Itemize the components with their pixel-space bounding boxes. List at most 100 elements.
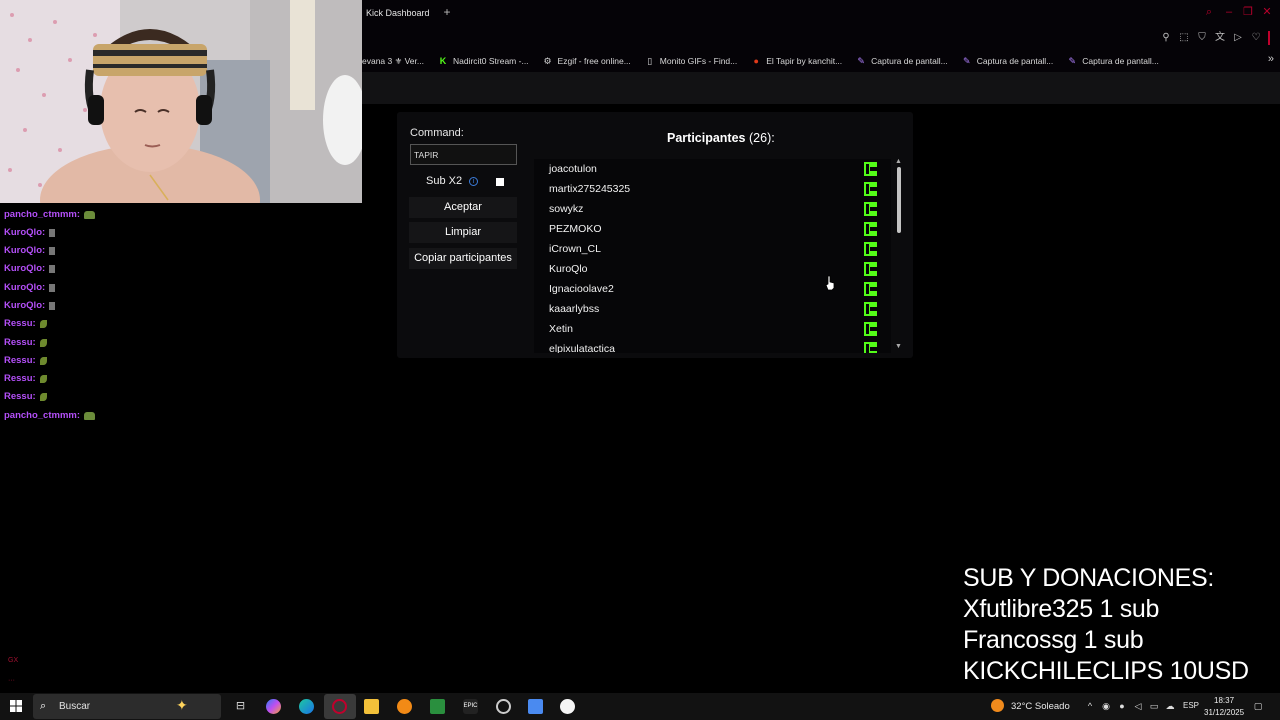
participant-row[interactable]: joacotulon bbox=[534, 159, 877, 179]
participants-list[interactable]: joacotulon martix275245325 sowykz PEZMOKO iC… bbox=[534, 159, 891, 353]
command-input[interactable] bbox=[410, 144, 517, 165]
participant-row[interactable]: martix275245325 bbox=[534, 179, 877, 199]
bookmark-label: Captura de pantall... bbox=[976, 56, 1054, 66]
shield-icon[interactable]: ⛉ bbox=[1195, 31, 1209, 45]
address-bar bbox=[362, 26, 1280, 50]
translate-icon[interactable]: 文 bbox=[1213, 31, 1227, 45]
chat-colon: : bbox=[32, 355, 36, 366]
media-player-icon[interactable] bbox=[560, 699, 575, 714]
accept-button[interactable]: Aceptar bbox=[409, 197, 517, 218]
clock-date[interactable]: 31/12/2025 bbox=[1204, 708, 1244, 717]
sub-x2-checkbox[interactable] bbox=[496, 178, 504, 186]
chat-message: KuroQlo: bbox=[4, 263, 56, 274]
minimize-icon[interactable]: – bbox=[1223, 6, 1235, 18]
bookmark-item[interactable]: ✎ Captura de pantall... bbox=[1067, 56, 1159, 66]
green-cap-emote bbox=[84, 411, 96, 420]
bookmark-item[interactable]: ● El Tapir by kanchit... bbox=[751, 56, 843, 66]
bookmark-item[interactable]: evana 3 ⚜ Ver... bbox=[362, 56, 424, 67]
participant-row[interactable]: iCrown_CL bbox=[534, 239, 877, 259]
chat-message: pancho_ctmmm: bbox=[4, 209, 96, 220]
tab-kick-dashboard[interactable]: Kick Dashboard bbox=[362, 0, 430, 26]
participant-name: Ignacioolave2 bbox=[549, 283, 614, 295]
weather-sun-icon[interactable] bbox=[991, 699, 1004, 712]
green-cap-emote bbox=[84, 210, 96, 219]
bookmark-label: Captura de pantall... bbox=[1082, 56, 1159, 66]
bookmark-item[interactable]: ▯ Monito GIFs - Find... bbox=[645, 56, 737, 66]
participant-name: KuroQlo bbox=[549, 263, 588, 275]
heart-icon[interactable]: ♡ bbox=[1249, 31, 1263, 45]
bookmark-item[interactable]: ✎ Captura de pantall... bbox=[962, 56, 1054, 66]
kick-logo-icon bbox=[864, 262, 877, 276]
close-icon[interactable]: ✕ bbox=[1261, 6, 1273, 18]
scrollbar-thumb[interactable] bbox=[897, 167, 901, 233]
info-icon[interactable]: i bbox=[469, 176, 479, 186]
sub-x2-label: Sub X2 bbox=[426, 175, 463, 187]
play-icon[interactable]: ▷ bbox=[1231, 31, 1245, 45]
cloud-icon[interactable]: ☁ bbox=[1164, 700, 1176, 712]
bookmarks-overflow-icon[interactable]: » bbox=[1268, 53, 1274, 65]
windows-start-icon[interactable] bbox=[10, 700, 22, 712]
display-icon[interactable]: ▭ bbox=[1148, 700, 1160, 712]
language-indicator[interactable]: ESP bbox=[1183, 701, 1199, 710]
snapshot-icon[interactable]: ⬚ bbox=[1177, 31, 1191, 45]
pin-icon[interactable]: ⚲ bbox=[1159, 31, 1173, 45]
participant-row[interactable]: Xetin bbox=[534, 319, 877, 339]
record-icon[interactable]: ◉ bbox=[1100, 700, 1112, 712]
chat-colon: : bbox=[42, 300, 46, 311]
kick-logo-icon bbox=[864, 282, 877, 296]
obs-icon[interactable] bbox=[496, 699, 511, 714]
participant-row[interactable]: PEZMOKO bbox=[534, 219, 877, 239]
participant-row[interactable]: kaaarlybss bbox=[534, 299, 877, 319]
scroll-down-arrow-icon[interactable]: ▼ bbox=[895, 343, 902, 350]
store-icon[interactable] bbox=[528, 699, 543, 714]
participants-title-text: Participantes bbox=[667, 131, 746, 145]
edge-icon[interactable] bbox=[299, 699, 314, 714]
microphone-icon[interactable]: ● bbox=[1116, 700, 1128, 712]
epic-games-icon[interactable]: EPIC bbox=[463, 699, 478, 714]
opera-gx-icon[interactable] bbox=[332, 699, 347, 714]
chat-username: Ressu bbox=[4, 355, 33, 366]
bookmark-item[interactable]: K Nadircit0 Stream -... bbox=[438, 56, 529, 66]
chat-username: pancho_ctmmm bbox=[4, 209, 77, 220]
chat-username: KuroQlo bbox=[4, 263, 42, 274]
participant-row[interactable]: elpixulatactica bbox=[534, 339, 877, 353]
sidebar-toggle[interactable] bbox=[1268, 31, 1270, 45]
file-explorer-icon[interactable] bbox=[364, 699, 379, 714]
volume-icon[interactable]: ◁ bbox=[1132, 700, 1144, 712]
orange-app-icon[interactable] bbox=[397, 699, 412, 714]
participant-name: Xetin bbox=[549, 323, 573, 335]
chat-message: KuroQlo: bbox=[4, 300, 56, 311]
maximize-icon[interactable]: ❐ bbox=[1242, 6, 1254, 18]
task-view-icon[interactable]: ⊟ bbox=[233, 699, 248, 714]
weather-text[interactable]: 32°C Soleado bbox=[1011, 701, 1070, 712]
chat-username: KuroQlo bbox=[4, 245, 42, 256]
new-tab-button[interactable]: + bbox=[440, 5, 454, 19]
chat-message: KuroQlo: bbox=[4, 227, 56, 238]
clear-button[interactable]: Limpiar bbox=[409, 222, 517, 243]
figure-emote bbox=[49, 228, 56, 237]
leaf-emote bbox=[39, 356, 47, 365]
kick-logo-icon bbox=[864, 202, 877, 216]
participant-name: elpixulatactica bbox=[549, 343, 615, 353]
green-app-icon[interactable] bbox=[430, 699, 445, 714]
chat-colon: : bbox=[76, 410, 81, 421]
notifications-icon[interactable]: ▢ bbox=[1252, 700, 1264, 712]
bookmark-label: Nadircit0 Stream -... bbox=[452, 56, 529, 66]
kick-icon: K bbox=[439, 56, 447, 66]
participant-row[interactable]: sowykz bbox=[534, 199, 877, 219]
red-circle-icon: ● bbox=[753, 56, 759, 66]
figure-emote bbox=[49, 246, 56, 255]
bookmark-item[interactable]: ✎ Captura de pantall... bbox=[856, 56, 947, 66]
bookmark-item[interactable]: ⚙ Ezgif - free online... bbox=[543, 56, 631, 66]
chevron-up-icon[interactable]: ^ bbox=[1084, 700, 1096, 712]
bookmark-label: evana 3 ⚜ Ver... bbox=[362, 55, 424, 66]
copilot-icon[interactable] bbox=[266, 699, 281, 714]
scroll-up-arrow-icon[interactable]: ▲ bbox=[895, 158, 902, 165]
chat-message: Ressu: bbox=[4, 391, 47, 402]
clock-time[interactable]: 18:37 bbox=[1214, 696, 1234, 705]
participant-name: PEZMOKO bbox=[549, 223, 602, 235]
search-tabs-icon[interactable]: ⌕ bbox=[1203, 6, 1215, 18]
copy-participants-button[interactable]: Copiar participantes bbox=[409, 248, 517, 269]
command-label: Command: bbox=[410, 127, 464, 139]
figure-emote bbox=[49, 301, 56, 310]
